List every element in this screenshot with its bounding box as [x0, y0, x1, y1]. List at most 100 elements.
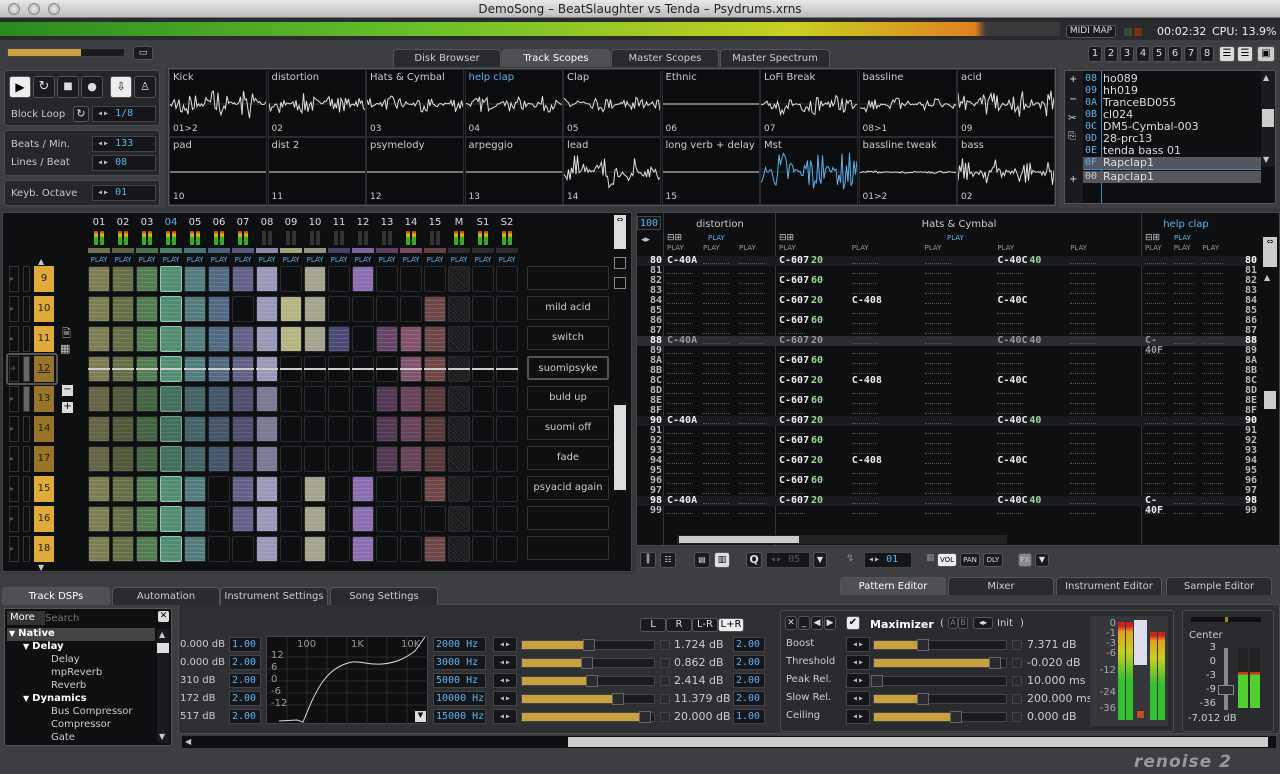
matrix-slot[interactable]: [88, 476, 110, 502]
tab-master-scopes[interactable]: Master Scopes: [611, 49, 719, 67]
pattern-cell[interactable]: C-408: [852, 376, 921, 386]
matrix-slot[interactable]: [400, 506, 422, 532]
eq-band-q[interactable]: 2.00: [229, 691, 261, 706]
edit-step-stepper[interactable]: ◂▸ 01: [864, 552, 912, 568]
pattern-cell[interactable]: [1145, 276, 1170, 286]
matrix-slot[interactable]: [424, 506, 446, 532]
track-scope[interactable]: LoFi Break 07: [760, 69, 858, 137]
cut-instrument-icon[interactable]: ✂: [1068, 113, 1076, 124]
track-scope[interactable]: distortion 02: [267, 69, 366, 137]
pattern-cell[interactable]: [1070, 506, 1139, 516]
pattern-cell[interactable]: [1070, 446, 1139, 456]
eq-band-stepper[interactable]: ◂▸: [493, 637, 517, 652]
pattern-cell[interactable]: [739, 416, 771, 426]
pattern-cell[interactable]: [703, 406, 735, 416]
eq-channel-button[interactable]: L-R: [692, 618, 718, 632]
matrix-slot[interactable]: [160, 296, 182, 322]
matrix-slot[interactable]: [400, 536, 422, 562]
matrix-slot[interactable]: [472, 266, 494, 292]
sequence-mute-slot[interactable]: [23, 506, 30, 532]
pattern-cell[interactable]: C-408: [852, 296, 921, 306]
tab-automation[interactable]: Automation: [112, 587, 220, 605]
pattern-cell[interactable]: [1202, 406, 1227, 416]
sequence-play-button[interactable]: ▸: [9, 326, 19, 352]
pattern-cell[interactable]: [1173, 296, 1199, 306]
matrix-slot[interactable]: [400, 416, 422, 442]
matrix-slot[interactable]: [280, 506, 302, 532]
matrix-track-header[interactable]: M: [448, 217, 470, 228]
pattern-cell[interactable]: [1070, 496, 1139, 506]
matrix-slot[interactable]: [280, 266, 302, 292]
pattern-cell[interactable]: [1173, 436, 1199, 446]
matrix-slot[interactable]: [424, 536, 446, 562]
pattern-cell[interactable]: [997, 346, 1066, 356]
track-scope[interactable]: lead 14: [563, 137, 661, 205]
dsp-item[interactable]: Reverb: [7, 680, 155, 693]
matrix-slot[interactable]: [400, 476, 422, 502]
matrix-slot[interactable]: [376, 266, 398, 292]
eq-band-gain-slider[interactable]: [521, 657, 655, 669]
pattern-cell[interactable]: [924, 336, 994, 346]
pattern-cell[interactable]: C-607 20: [779, 376, 848, 386]
device-chain-scrollbar[interactable]: ◀: [182, 736, 1276, 748]
sequence-pattern-number[interactable]: 18: [34, 536, 54, 562]
vol-column-toggle[interactable]: VOL: [937, 553, 957, 567]
pattern-cell[interactable]: [703, 486, 735, 496]
dsp-folder[interactable]: ▼ Delay: [7, 641, 155, 654]
minimize-window-button[interactable]: [28, 3, 40, 15]
track-scope[interactable]: bassline tweak 01>2: [858, 137, 957, 205]
matrix-track-header[interactable]: 06: [208, 217, 230, 228]
matrix-scroll-thumb[interactable]: [614, 405, 626, 490]
sequence-play-button[interactable]: ▸: [9, 296, 19, 322]
eq-response-graph[interactable]: 100 1K 10K 12 6 0 -6 -12 ▼: [266, 636, 429, 725]
scroll-up-icon[interactable]: ▲: [1264, 273, 1270, 282]
pattern-cell[interactable]: [1173, 506, 1199, 516]
pattern-cell[interactable]: [1070, 376, 1139, 386]
dsp-folder[interactable]: ▼ Native: [7, 628, 155, 641]
pattern-cell[interactable]: [924, 476, 994, 486]
pattern-cell[interactable]: [1145, 476, 1170, 486]
matrix-slot[interactable]: [472, 326, 494, 352]
gain-fader-track[interactable]: [1224, 648, 1228, 710]
pattern-cell[interactable]: [1173, 356, 1199, 366]
matrix-slot[interactable]: [448, 266, 470, 292]
sequence-pattern-number[interactable]: 15: [34, 476, 54, 502]
matrix-slot[interactable]: [304, 446, 326, 472]
pattern-cell[interactable]: [1070, 316, 1139, 326]
matrix-slot[interactable]: [448, 536, 470, 562]
track-scope[interactable]: long verb + delay 15: [661, 137, 760, 205]
panel-toggle-button[interactable]: ▭: [133, 46, 153, 60]
pattern-cell[interactable]: [1173, 256, 1199, 266]
pattern-cell[interactable]: [1145, 306, 1170, 316]
matrix-slot[interactable]: [304, 266, 326, 292]
track-scope[interactable]: Hats & Cymbal 03: [366, 69, 464, 137]
pattern-cell[interactable]: [924, 456, 994, 466]
matrix-slot[interactable]: [136, 506, 158, 532]
matrix-slot[interactable]: [472, 416, 494, 442]
matrix-slot[interactable]: [88, 446, 110, 472]
matrix-slot[interactable]: [112, 506, 134, 532]
pattern-cell[interactable]: [739, 276, 771, 286]
pattern-cell[interactable]: [667, 436, 699, 446]
eq-graph-dropdown-icon[interactable]: ▼: [415, 711, 426, 722]
sequence-pattern-number[interactable]: 14: [34, 416, 54, 442]
matrix-slot[interactable]: [256, 476, 278, 502]
pattern-cell[interactable]: [924, 416, 994, 426]
pattern-cell[interactable]: [997, 276, 1066, 286]
pattern-cell[interactable]: [667, 356, 699, 366]
pattern-cell[interactable]: [1145, 346, 1170, 356]
pattern-cell[interactable]: C-40C: [997, 376, 1066, 386]
matrix-track-header[interactable]: 15: [424, 217, 446, 228]
add-sequence-button[interactable]: +: [62, 402, 73, 413]
matrix-slot[interactable]: [280, 536, 302, 562]
pattern-cell[interactable]: [1202, 376, 1227, 386]
matrix-slot[interactable]: [136, 536, 158, 562]
matrix-slot[interactable]: [448, 446, 470, 472]
pattern-cell[interactable]: [1202, 266, 1227, 276]
pattern-cell[interactable]: [924, 286, 994, 296]
pattern-zoom-value[interactable]: 100: [637, 216, 661, 230]
matrix-slot[interactable]: [256, 326, 278, 352]
pattern-cell[interactable]: [1145, 386, 1170, 396]
pattern-cell[interactable]: [1070, 256, 1139, 266]
layout-preset-button[interactable]: 5: [1152, 46, 1166, 62]
